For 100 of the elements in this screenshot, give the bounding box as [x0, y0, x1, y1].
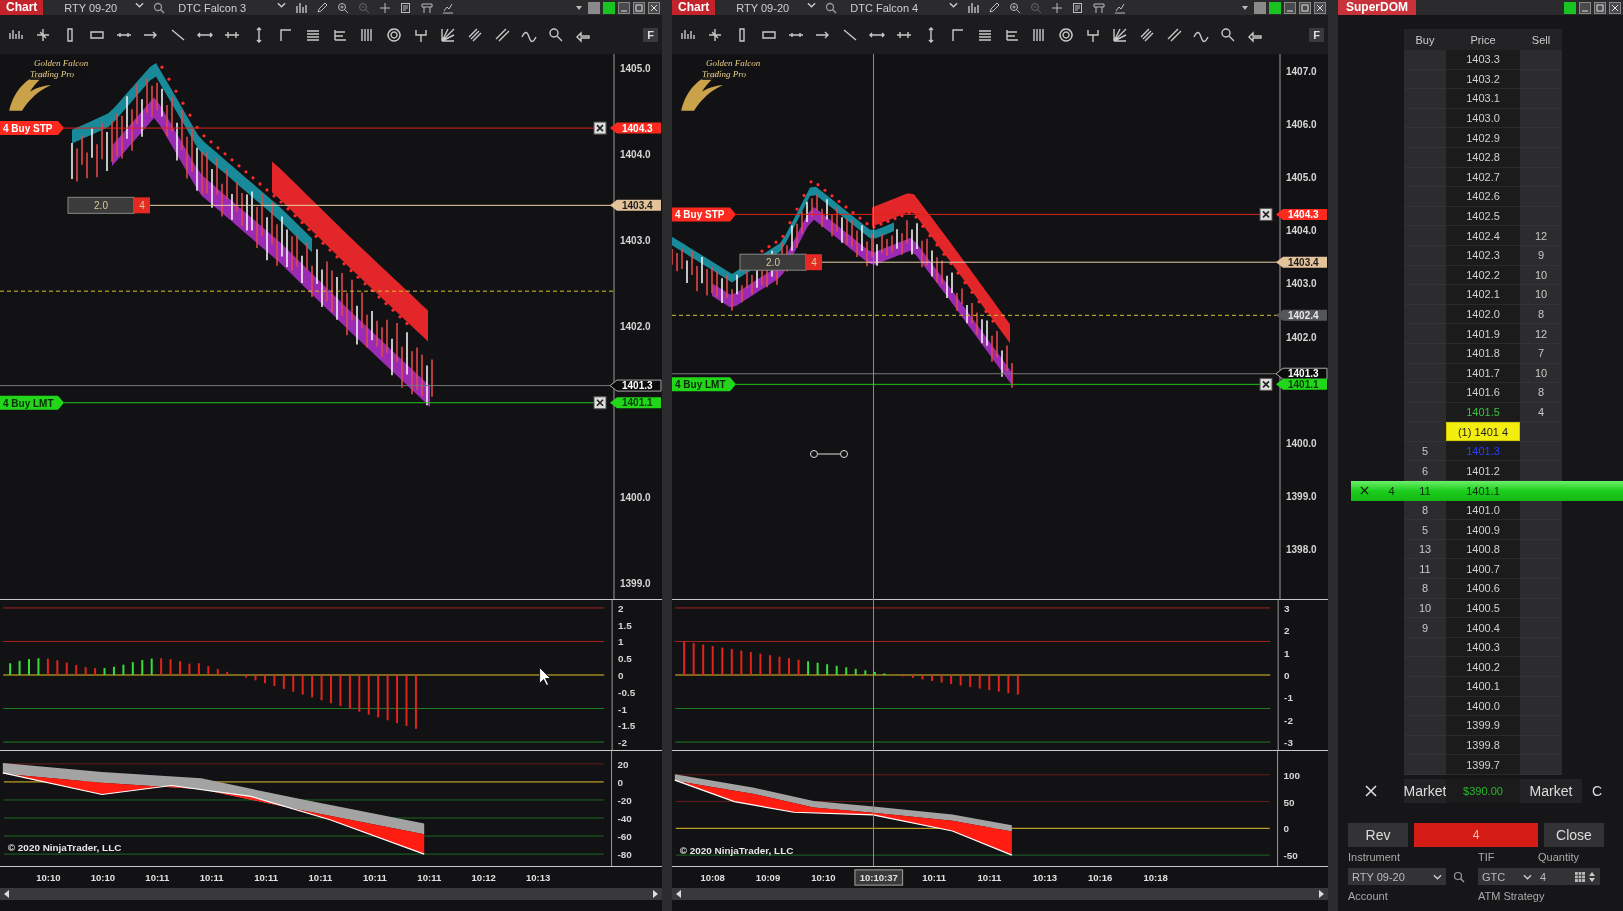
buy-cell[interactable] — [1404, 755, 1446, 775]
buy-cell[interactable] — [1404, 285, 1446, 305]
sell-cell[interactable] — [1520, 128, 1562, 148]
price-cell[interactable]: 1400.0 — [1446, 696, 1520, 717]
sell-cell[interactable] — [1520, 89, 1562, 109]
sell-cell[interactable]: 12 — [1520, 324, 1562, 344]
sell-cell[interactable] — [1520, 539, 1562, 560]
cancel-order-icon[interactable] — [593, 396, 607, 410]
plus-icon[interactable] — [1051, 1, 1064, 14]
quantity-field[interactable]: 4 — [1536, 868, 1600, 886]
sell-cell[interactable] — [1520, 441, 1562, 462]
sell-cell[interactable]: 9 — [1520, 245, 1562, 266]
link-square-icon[interactable] — [1254, 1, 1266, 14]
price-cell[interactable]: 1403.0 — [1446, 108, 1520, 129]
buy-cell[interactable]: 11 — [1404, 481, 1446, 501]
price-cell[interactable]: 1402.8 — [1446, 147, 1520, 168]
price-cell[interactable]: 1399.8 — [1446, 735, 1520, 756]
price-cell[interactable]: 1402.0 — [1446, 304, 1520, 325]
price-cell[interactable]: 1400.6 — [1446, 579, 1520, 599]
cancel-order-icon[interactable] — [593, 121, 607, 135]
price-cell[interactable]: 1400.1 — [1446, 677, 1520, 697]
buy-cell[interactable] — [1404, 324, 1446, 344]
buy-cell[interactable] — [1404, 735, 1446, 756]
sell-cell[interactable] — [1520, 559, 1562, 580]
link-square-icon[interactable] — [603, 1, 615, 14]
price-cell[interactable]: 1402.9 — [1446, 128, 1520, 148]
buy-cell[interactable] — [1404, 304, 1446, 325]
maximize-icon[interactable] — [1594, 1, 1606, 14]
sell-cell[interactable] — [1520, 637, 1562, 658]
minimize-icon[interactable] — [618, 1, 630, 14]
angle-line-icon[interactable] — [950, 26, 966, 43]
buy-cell[interactable] — [1404, 108, 1446, 129]
sell-cell[interactable] — [1520, 598, 1562, 619]
properties-icon[interactable] — [1072, 1, 1085, 14]
reverse-button[interactable]: Rev — [1348, 822, 1408, 847]
parallel-lines-icon[interactable] — [467, 26, 483, 43]
minimize-icon[interactable] — [1284, 1, 1296, 14]
sell-cell[interactable] — [1520, 677, 1562, 697]
sell-cell[interactable] — [1520, 500, 1562, 521]
sell-cell[interactable]: 10 — [1520, 265, 1562, 286]
price-cell[interactable]: 1401.1 — [1446, 481, 1520, 501]
buy-cell[interactable]: 5 — [1404, 520, 1446, 540]
strategy-icon[interactable] — [442, 1, 455, 14]
zoom-icon[interactable] — [548, 26, 564, 43]
sell-cell[interactable]: 7 — [1520, 343, 1562, 364]
price-cell[interactable]: 1401.2 — [1446, 461, 1520, 482]
price-cell[interactable]: (1) 1401 4 — [1446, 422, 1520, 442]
channel-icon[interactable] — [1166, 26, 1182, 43]
price-cell[interactable]: 1402.5 — [1446, 206, 1520, 227]
buy-cell[interactable] — [1404, 716, 1446, 736]
price-cell[interactable]: 1400.2 — [1446, 657, 1520, 677]
buy-cell[interactable] — [1404, 657, 1446, 677]
tif-select[interactable]: GTC — [1478, 868, 1536, 886]
sell-cell[interactable] — [1520, 755, 1562, 775]
search-icon[interactable] — [153, 1, 166, 14]
buy-cell[interactable] — [1404, 226, 1446, 246]
order-tag[interactable]: 4 Buy STP — [672, 207, 736, 222]
price-cell[interactable]: 1401.5 — [1446, 402, 1520, 423]
buy-cell[interactable] — [1404, 167, 1446, 188]
buy-cell[interactable] — [1404, 637, 1446, 658]
sell-cell[interactable] — [1520, 520, 1562, 540]
sell-market-button[interactable]: Market — [1520, 778, 1582, 803]
sell-cell[interactable] — [1520, 167, 1562, 188]
scroll-left-icon[interactable] — [3, 889, 11, 899]
close-button[interactable]: Close — [1544, 822, 1604, 847]
sell-cell[interactable] — [1520, 108, 1562, 129]
price-cell[interactable]: 1400.3 — [1446, 637, 1520, 658]
price-cell[interactable]: 1399.9 — [1446, 716, 1520, 736]
buy-cell[interactable] — [1404, 128, 1446, 148]
buy-cell[interactable] — [1404, 422, 1446, 442]
buy-cell[interactable] — [1404, 343, 1446, 364]
crosshair-icon[interactable] — [35, 26, 51, 43]
vertical-lines-icon[interactable] — [359, 26, 375, 43]
price-cell[interactable]: 1402.6 — [1446, 187, 1520, 207]
buy-cell[interactable]: 10 — [1404, 598, 1446, 619]
properties-icon[interactable] — [400, 1, 413, 14]
sell-cell[interactable] — [1520, 735, 1562, 756]
scroll-left-icon[interactable] — [675, 889, 683, 899]
template-icon[interactable] — [1093, 1, 1106, 14]
close-icon[interactable] — [648, 1, 660, 14]
scroll-right-icon[interactable] — [1317, 889, 1325, 899]
price-cell[interactable]: 1403.3 — [1446, 50, 1520, 70]
buy-cell[interactable]: 9 — [1404, 618, 1446, 638]
angle-line-icon[interactable] — [278, 26, 294, 43]
buy-cell[interactable] — [1404, 50, 1446, 70]
sell-cell[interactable] — [1520, 657, 1562, 677]
f-button[interactable]: F — [1309, 27, 1324, 42]
link-square-icon[interactable] — [588, 1, 600, 14]
close-icon[interactable] — [1609, 1, 1621, 14]
search-icon[interactable] — [1453, 870, 1465, 883]
buy-cell[interactable] — [1404, 383, 1446, 403]
strategy-icon[interactable] — [1114, 1, 1127, 14]
sell-cell[interactable]: 8 — [1520, 383, 1562, 403]
buy-market-button[interactable]: Market — [1404, 778, 1446, 803]
price-cell[interactable]: 1401.9 — [1446, 324, 1520, 344]
buy-cell[interactable] — [1404, 696, 1446, 717]
instrument-select[interactable]: RTY 09-20 — [1348, 868, 1446, 886]
order-tag[interactable]: 4 Buy LMT — [672, 377, 736, 392]
minimize-icon[interactable] — [1579, 1, 1591, 14]
buy-cell[interactable]: 8 — [1404, 500, 1446, 521]
